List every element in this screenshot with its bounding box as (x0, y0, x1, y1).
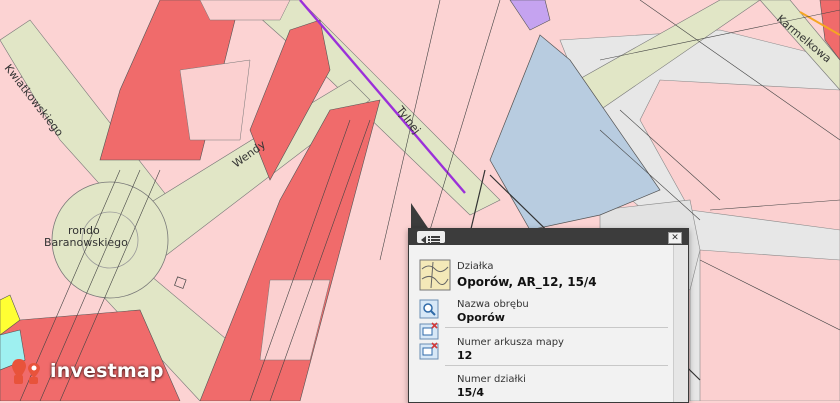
field-value: 12 (457, 349, 473, 362)
zone-pink-parcel-a (179, 59, 251, 141)
map-pin-icon (12, 359, 40, 384)
place-label-line2: Baranowskiego (44, 236, 128, 249)
map-sheet-icon[interactable] (419, 321, 439, 341)
field-value: Oporów (457, 311, 505, 324)
zoom-icon[interactable] (419, 299, 439, 319)
divider (445, 327, 668, 328)
field-numer-dzialki: Numer działki 15/4 (419, 374, 668, 399)
list-icon (421, 236, 440, 244)
zone-pink-parcel-b (199, 0, 291, 21)
divider (445, 365, 668, 366)
close-button[interactable]: ✕ (668, 232, 682, 244)
brand-name: investmap (50, 360, 164, 382)
list-button[interactable] (417, 231, 445, 244)
parcel-label: Działka (457, 261, 494, 272)
popup-header: ✕ (409, 229, 688, 245)
parcel-info-popup: ✕ Działka Oporów, AR_12, 15/4 Nazwa obrę… (408, 228, 689, 403)
zone-pink-block-low (699, 249, 840, 401)
popup-scrollbar[interactable] (673, 245, 688, 402)
field-numer-arkusza: Numer arkusza mapy 12 (419, 322, 668, 362)
field-nazwa-obrebu: Nazwa obrębu Oporów (419, 299, 668, 324)
field-label: Numer arkusza mapy (457, 337, 564, 348)
parcel-number-icon[interactable] (419, 341, 439, 361)
parcel-summary: Działka Oporów, AR_12, 15/4 (419, 259, 668, 293)
field-label: Numer działki (457, 374, 526, 385)
brand-logo[interactable]: investmap (12, 357, 164, 385)
field-value: 15/4 (457, 386, 484, 399)
parcel-map-icon (419, 259, 451, 291)
field-label: Nazwa obrębu (457, 299, 529, 310)
parcel-value: Oporów, AR_12, 15/4 (457, 275, 597, 289)
